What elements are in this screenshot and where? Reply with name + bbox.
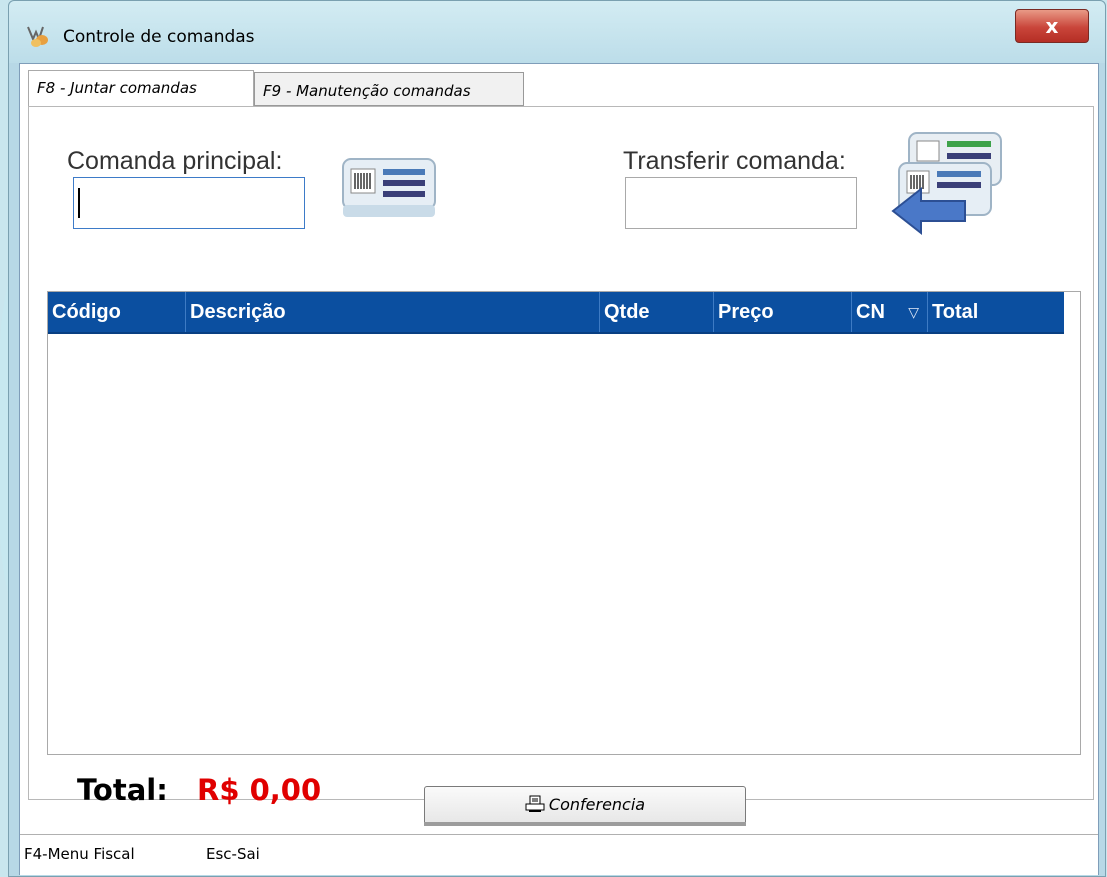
total-label: Total: <box>77 773 168 807</box>
close-icon: x <box>1045 14 1059 38</box>
tab-manutencao-comandas[interactable]: F9 - Manutenção comandas <box>254 72 524 106</box>
comanda-card-icon[interactable] <box>339 153 439 221</box>
grid-header: Código Descrição Qtde Preço CN ▽ Total <box>48 292 1064 334</box>
transferir-comanda-label: Transferir comanda: <box>623 147 846 175</box>
column-total[interactable]: Total <box>928 292 1064 332</box>
app-icon <box>27 26 48 47</box>
conferencia-label: Conferencia <box>548 795 646 814</box>
app-window: Controle de comandas x F8 - Juntar coman… <box>8 0 1106 877</box>
column-cn[interactable]: CN ▽ <box>852 292 928 332</box>
items-grid[interactable]: Código Descrição Qtde Preço CN ▽ Total <box>47 291 1081 755</box>
total-value: R$ 0,00 <box>197 773 322 807</box>
printer-icon <box>525 795 545 812</box>
window-title: Controle de comandas <box>63 27 255 47</box>
comanda-principal-label: Comanda principal: <box>67 147 283 175</box>
tab-label: F8 - Juntar comandas <box>37 79 197 97</box>
close-button[interactable]: x <box>1015 9 1089 43</box>
tab-label: F9 - Manutenção comandas <box>263 82 471 100</box>
column-preco[interactable]: Preço <box>714 292 852 332</box>
title-bar: Controle de comandas x <box>9 1 1105 63</box>
status-sair: Esc-Sai <box>206 845 260 863</box>
column-cn-label: CN <box>856 301 885 323</box>
status-bar: F4-Menu Fiscal Esc-Sai <box>20 834 1098 875</box>
comanda-principal-input[interactable] <box>73 177 305 229</box>
tab-panel-juntar: Comanda principal: Transferir comanda: C… <box>28 106 1094 807</box>
client-area: F8 - Juntar comandas F9 - Manutenção com… <box>19 63 1099 875</box>
column-descricao[interactable]: Descrição <box>186 292 600 332</box>
status-menu-fiscal: F4-Menu Fiscal <box>24 845 135 863</box>
sort-down-icon[interactable]: ▽ <box>908 292 919 332</box>
transferir-comanda-input[interactable] <box>625 177 857 229</box>
tab-juntar-comandas[interactable]: F8 - Juntar comandas <box>28 70 254 106</box>
column-qtde[interactable]: Qtde <box>600 292 714 332</box>
conferencia-button-shadow <box>424 822 746 826</box>
conferencia-button[interactable]: Conferencia <box>424 786 746 826</box>
text-cursor <box>78 188 80 218</box>
column-codigo[interactable]: Código <box>48 292 186 332</box>
transfer-comanda-icon[interactable] <box>891 129 1007 247</box>
